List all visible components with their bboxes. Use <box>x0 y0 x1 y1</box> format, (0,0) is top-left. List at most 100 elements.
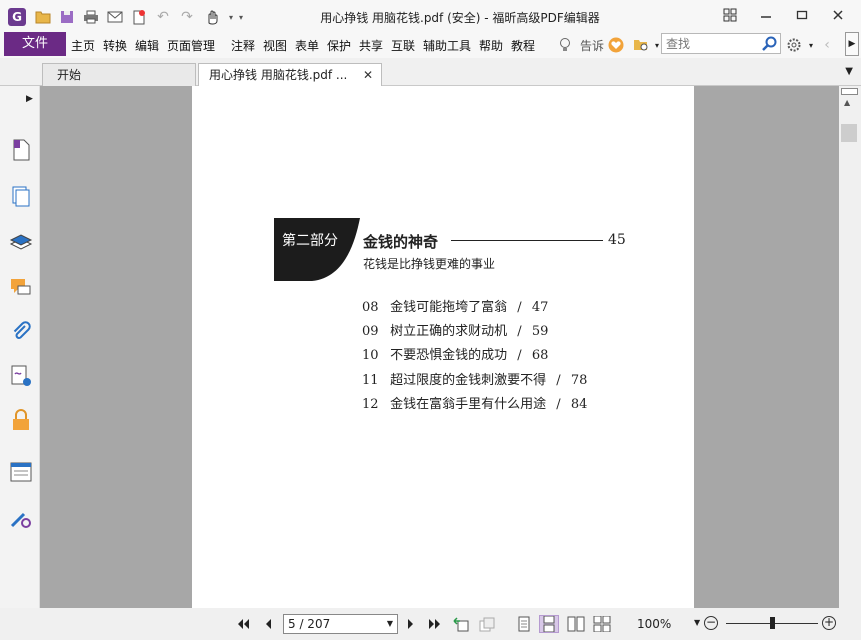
toc-chapter-number: 12 <box>362 397 379 412</box>
menu-connect[interactable]: 互联 <box>391 37 415 54</box>
menu-bar: 文件 主页 转换 编辑 页面管理 注释 视图 表单 保护 共享 互联 辅助工具 … <box>0 32 861 58</box>
previous-page-icon[interactable] <box>259 616 277 632</box>
toc-separator: / <box>517 348 522 363</box>
single-page-view-icon[interactable] <box>514 615 534 633</box>
continuous-view-icon[interactable] <box>539 615 559 633</box>
signature-icon[interactable] <box>9 364 33 388</box>
settings-gear-icon[interactable] <box>785 36 803 54</box>
toc-page-number: 59 <box>531 324 549 339</box>
file-menu-button[interactable]: 文件 <box>4 32 66 56</box>
status-bar: 5 / 207 ▼ 100% ▼ − + <box>0 608 861 640</box>
toc-page-number: 78 <box>570 373 588 388</box>
next-view-icon[interactable] <box>478 616 496 632</box>
facing-view-icon[interactable] <box>566 615 586 633</box>
sidebar-expand-icon[interactable]: ▶ <box>26 94 33 104</box>
menu-help[interactable]: 帮助 <box>479 37 503 54</box>
tab-label: 开始 <box>57 68 82 82</box>
layout-icon[interactable] <box>718 6 742 24</box>
email-icon[interactable] <box>106 8 124 26</box>
toc-chapter-title: 超过限度的金钱刺激要不得 <box>390 373 547 388</box>
zoom-slider-thumb[interactable] <box>769 617 775 629</box>
next-page-icon[interactable] <box>402 616 420 632</box>
certificate-icon[interactable] <box>9 506 33 530</box>
open-folder-icon[interactable] <box>34 8 52 26</box>
toc-chapter-number: 11 <box>362 373 379 388</box>
toc-entry[interactable]: 12 金钱在富翁手里有什么用途 / 84 <box>362 393 587 412</box>
zoom-level[interactable]: 100% <box>637 617 671 631</box>
toc-page-number: 68 <box>531 348 549 363</box>
tab-start[interactable]: 开始 <box>42 63 196 86</box>
app-logo-icon[interactable]: G <box>8 8 26 26</box>
toc-separator: / <box>556 373 561 388</box>
search-input[interactable] <box>662 34 758 53</box>
toc-chapter-title: 不要恐惧金钱的成功 <box>390 348 508 363</box>
menu-view[interactable]: 视图 <box>263 37 287 54</box>
menu-home[interactable]: 主页 <box>71 37 95 54</box>
part-title: 金钱的神奇 <box>363 233 439 251</box>
menu-form[interactable]: 表单 <box>295 37 319 54</box>
continuous-facing-view-icon[interactable] <box>592 615 612 633</box>
tab-list-dropdown-icon[interactable]: ▼ <box>845 66 853 77</box>
toc-entry[interactable]: 11 超过限度的金钱刺激要不得 / 78 <box>362 369 587 388</box>
layers-icon[interactable] <box>9 230 33 254</box>
navigation-sidebar: ▶ <box>0 86 40 608</box>
document-tab-bar: 开始 用心挣钱 用脑花钱.pdf ... ✕ ▼ <box>0 58 861 86</box>
pages-icon[interactable] <box>9 184 33 208</box>
menu-accessibility[interactable]: 辅助工具 <box>423 37 471 54</box>
page-number-input[interactable]: 5 / 207 ▼ <box>283 614 398 634</box>
new-icon[interactable] <box>130 8 148 26</box>
restore-icon[interactable] <box>790 6 814 24</box>
toc-chapter-number: 08 <box>362 300 379 315</box>
toc-chapter-number: 10 <box>362 348 379 363</box>
tab-document[interactable]: 用心挣钱 用脑花钱.pdf ... ✕ <box>198 63 382 86</box>
toc-entry[interactable]: 10 不要恐惧金钱的成功 / 68 <box>362 344 548 363</box>
menu-comment[interactable]: 注释 <box>231 37 255 54</box>
lightbulb-icon[interactable] <box>556 36 574 54</box>
toc-entry[interactable]: 08 金钱可能拖垮了富翁 / 47 <box>362 296 548 315</box>
menu-convert[interactable]: 转换 <box>103 37 127 54</box>
zoom-in-icon[interactable]: + <box>822 616 836 630</box>
zoom-dropdown-icon[interactable]: ▼ <box>694 618 700 627</box>
toc-separator: / <box>517 324 522 339</box>
comments-icon[interactable] <box>9 276 33 300</box>
print-icon[interactable] <box>82 8 100 26</box>
ribbon-scroll-left-icon[interactable]: ‹ <box>818 36 836 54</box>
hand-tool-icon[interactable] <box>203 8 221 26</box>
last-page-icon[interactable] <box>426 616 444 632</box>
toc-chapter-title: 金钱在富翁手里有什么用途 <box>390 397 547 412</box>
form-fields-icon[interactable] <box>9 460 33 484</box>
toc-entry[interactable]: 09 树立正确的求财动机 / 59 <box>362 320 548 339</box>
first-page-icon[interactable] <box>234 616 252 632</box>
document-viewport[interactable]: 第二部分 金钱的神奇 45 花钱是比挣钱更难的事业 08 金钱可能拖垮了富翁 /… <box>40 86 839 608</box>
menu-page-management[interactable]: 页面管理 <box>167 37 215 54</box>
minimize-icon[interactable] <box>754 6 778 24</box>
close-icon[interactable] <box>826 6 850 24</box>
menu-tutorial[interactable]: 教程 <box>511 37 535 54</box>
search-icon[interactable] <box>761 35 778 52</box>
part-label-block: 第二部分 <box>274 218 360 281</box>
page-thumbnail-icon[interactable] <box>9 138 33 162</box>
page-dropdown-icon[interactable]: ▼ <box>387 615 393 633</box>
scroll-up-icon[interactable]: ▲ <box>844 98 850 107</box>
search-box <box>661 33 781 54</box>
vertical-scrollbar[interactable]: ▲ <box>839 86 861 608</box>
redo-icon[interactable]: ↷ <box>178 8 196 26</box>
menu-edit[interactable]: 编辑 <box>135 37 159 54</box>
customize-icon[interactable]: ▾ <box>232 8 250 26</box>
menu-protect[interactable]: 保护 <box>327 37 351 54</box>
save-icon[interactable] <box>58 8 76 26</box>
heart-icon[interactable] <box>607 36 625 54</box>
undo-icon[interactable]: ↶ <box>154 8 172 26</box>
security-lock-icon[interactable] <box>9 408 33 432</box>
tell-me-label[interactable]: 告诉 <box>580 37 604 54</box>
ribbon-scroll-right-icon[interactable]: ▶ <box>845 32 859 56</box>
tab-close-icon[interactable]: ✕ <box>363 64 373 86</box>
zoom-out-icon[interactable]: − <box>704 616 718 630</box>
scrollbar-thumb[interactable] <box>841 124 857 142</box>
menu-share[interactable]: 共享 <box>359 37 383 54</box>
split-view-handle[interactable] <box>841 88 858 95</box>
toc-page-number: 47 <box>531 300 549 315</box>
part-title-leader-line <box>451 240 603 241</box>
previous-view-icon[interactable] <box>452 616 470 632</box>
attachments-icon[interactable] <box>9 320 33 344</box>
